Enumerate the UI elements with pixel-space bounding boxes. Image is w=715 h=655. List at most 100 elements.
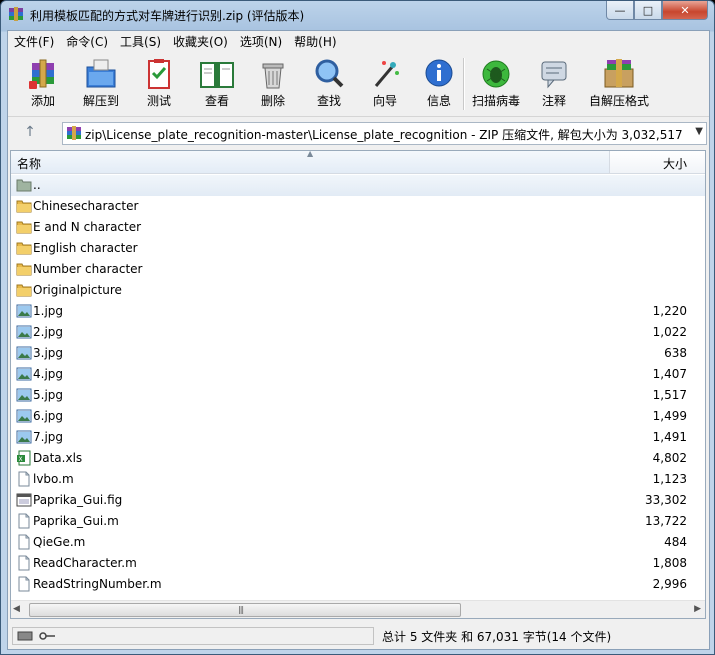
test-button[interactable]: 测试 — [132, 55, 186, 113]
info-button[interactable]: 信息 — [412, 55, 466, 113]
chevron-down-icon[interactable]: ▼ — [695, 126, 703, 137]
m-file-icon — [18, 576, 30, 592]
add-button[interactable]: 添加 — [16, 55, 70, 113]
folder-icon — [16, 242, 32, 255]
menu-file[interactable]: 文件(F) — [8, 31, 60, 51]
info-label: 信息 — [426, 94, 451, 108]
client-area: 文件(F) 命令(C) 工具(S) 收藏夹(O) 选项(N) 帮助(H) 添加 — [7, 30, 710, 650]
delete-button[interactable]: 删除 — [246, 55, 300, 113]
virus-scan-icon — [482, 60, 510, 88]
file-name: 3.jpg — [33, 346, 64, 360]
folder-row[interactable]: English character — [11, 238, 705, 259]
wizard-button[interactable]: 向导 — [358, 55, 412, 113]
folder-row[interactable]: Originalpicture — [11, 280, 705, 301]
file-row[interactable]: ReadStringNumber.m 2,996 — [11, 574, 705, 595]
file-row[interactable]: 5.jpg 1,517 — [11, 385, 705, 406]
path-text: zip\License_plate_recognition-master\Lic… — [85, 128, 685, 142]
file-name: lvbo.m — [33, 472, 74, 486]
file-size: 1,491 — [652, 430, 687, 444]
scroll-left-icon[interactable]: ◀ — [13, 604, 20, 614]
add-label: 添加 — [30, 94, 55, 108]
minimize-button[interactable]: — — [606, 1, 634, 20]
horizontal-scrollbar[interactable]: ◀ ||| ▶ — [11, 600, 705, 618]
comment-icon — [541, 61, 567, 89]
file-row[interactable]: 3.jpg 638 — [11, 343, 705, 364]
comment-button[interactable]: 注释 — [527, 55, 581, 113]
image-file-icon — [16, 367, 32, 381]
file-row[interactable]: Paprika_Gui.m 13,722 — [11, 511, 705, 532]
menu-favorites[interactable]: 收藏夹(O) — [167, 31, 234, 51]
view-book-icon — [200, 62, 234, 88]
file-rows: .. Chinesecharacter E and N character Engli… — [11, 175, 705, 595]
file-row[interactable]: 1.jpg 1,220 — [11, 301, 705, 322]
folder-icon — [16, 284, 32, 297]
wizard-wand-icon — [374, 61, 399, 87]
path-combobox[interactable]: zip\License_plate_recognition-master\Lic… — [62, 122, 707, 145]
winrar-app-icon — [9, 7, 23, 21]
file-row[interactable]: 6.jpg 1,499 — [11, 406, 705, 427]
file-size: 4,802 — [652, 451, 687, 465]
view-button[interactable]: 查看 — [190, 55, 244, 113]
column-header-size[interactable]: 大小 — [610, 151, 705, 173]
menu-commands[interactable]: 命令(C) — [60, 31, 114, 51]
file-size: 1,123 — [652, 472, 687, 486]
file-row[interactable]: Paprika_Gui.fig 33,302 — [11, 490, 705, 511]
grip-icon: ||| — [238, 605, 244, 614]
folder-row[interactable]: E and N character — [11, 217, 705, 238]
menu-options[interactable]: 选项(N) — [234, 31, 288, 51]
file-list[interactable]: 名称 ▲ 大小 .. Chinesecharacter E and N charac… — [10, 150, 706, 619]
file-row[interactable]: 4.jpg 1,407 — [11, 364, 705, 385]
toolbar: 添加 解压到 测试 查看 删除 查找 向导 信息 扫描病毒 注释 自解压格式 — [8, 52, 709, 117]
folder-row[interactable]: Chinesecharacter — [11, 196, 705, 217]
image-file-icon — [16, 409, 32, 423]
extract-to-icon — [86, 59, 116, 88]
up-folder-button[interactable]: ↑ — [22, 124, 38, 140]
file-row[interactable]: QieGe.m 484 — [11, 532, 705, 553]
status-left-panel — [12, 627, 374, 645]
file-row[interactable]: 2.jpg 1,022 — [11, 322, 705, 343]
extract-to-button[interactable]: 解压到 — [74, 55, 128, 113]
image-file-icon — [16, 430, 32, 444]
maximize-button[interactable]: □ — [634, 1, 662, 20]
trash-icon — [262, 63, 284, 89]
file-name: Paprika_Gui.fig — [33, 493, 123, 507]
folder-row[interactable]: .. — [11, 175, 705, 196]
image-file-icon — [16, 304, 32, 318]
file-name: Paprika_Gui.m — [33, 514, 119, 528]
sort-ascending-icon: ▲ — [307, 150, 314, 158]
scrollbar-thumb[interactable]: ||| — [29, 603, 461, 617]
drive-key-icon[interactable] — [17, 630, 57, 642]
close-button[interactable]: ✕ — [662, 1, 708, 20]
virus-scan-button[interactable]: 扫描病毒 — [469, 55, 523, 113]
file-size: 1,808 — [652, 556, 687, 570]
file-row[interactable]: lvbo.m 1,123 — [11, 469, 705, 490]
find-button[interactable]: 查找 — [302, 55, 356, 113]
column-header-name[interactable]: 名称 ▲ — [11, 151, 610, 173]
file-size: 484 — [664, 535, 687, 549]
m-file-icon — [18, 534, 30, 550]
folder-row[interactable]: Number character — [11, 259, 705, 280]
file-row[interactable]: ReadCharacter.m 1,808 — [11, 553, 705, 574]
menu-help[interactable]: 帮助(H) — [288, 31, 342, 51]
m-file-icon — [18, 555, 30, 571]
zip-archive-icon — [67, 126, 81, 140]
title-bar[interactable]: 利用模板匹配的方式对车牌进行识别.zip (评估版本) — □ ✕ — [1, 1, 714, 29]
delete-label: 删除 — [260, 94, 285, 108]
sfx-label: 自解压格式 — [588, 94, 649, 108]
toolbar-separator — [463, 58, 465, 110]
file-name: Originalpicture — [33, 283, 122, 297]
file-size: 1,407 — [652, 367, 687, 381]
sfx-button[interactable]: 自解压格式 — [588, 55, 650, 113]
file-name: Data.xls — [33, 451, 83, 465]
scroll-right-icon[interactable]: ▶ — [694, 604, 701, 614]
fig-file-icon — [16, 493, 32, 507]
wizard-label: 向导 — [372, 94, 397, 108]
m-file-icon — [18, 513, 30, 529]
menu-tools[interactable]: 工具(S) — [114, 31, 167, 51]
address-bar: ↑ zip\License_plate_recognition-master\L… — [8, 118, 709, 148]
file-row[interactable]: 7.jpg 1,491 — [11, 427, 705, 448]
file-name: .. — [33, 178, 41, 192]
folder-icon — [16, 263, 32, 276]
file-row[interactable]: X Data.xls 4,802 — [11, 448, 705, 469]
file-name: 5.jpg — [33, 388, 64, 402]
